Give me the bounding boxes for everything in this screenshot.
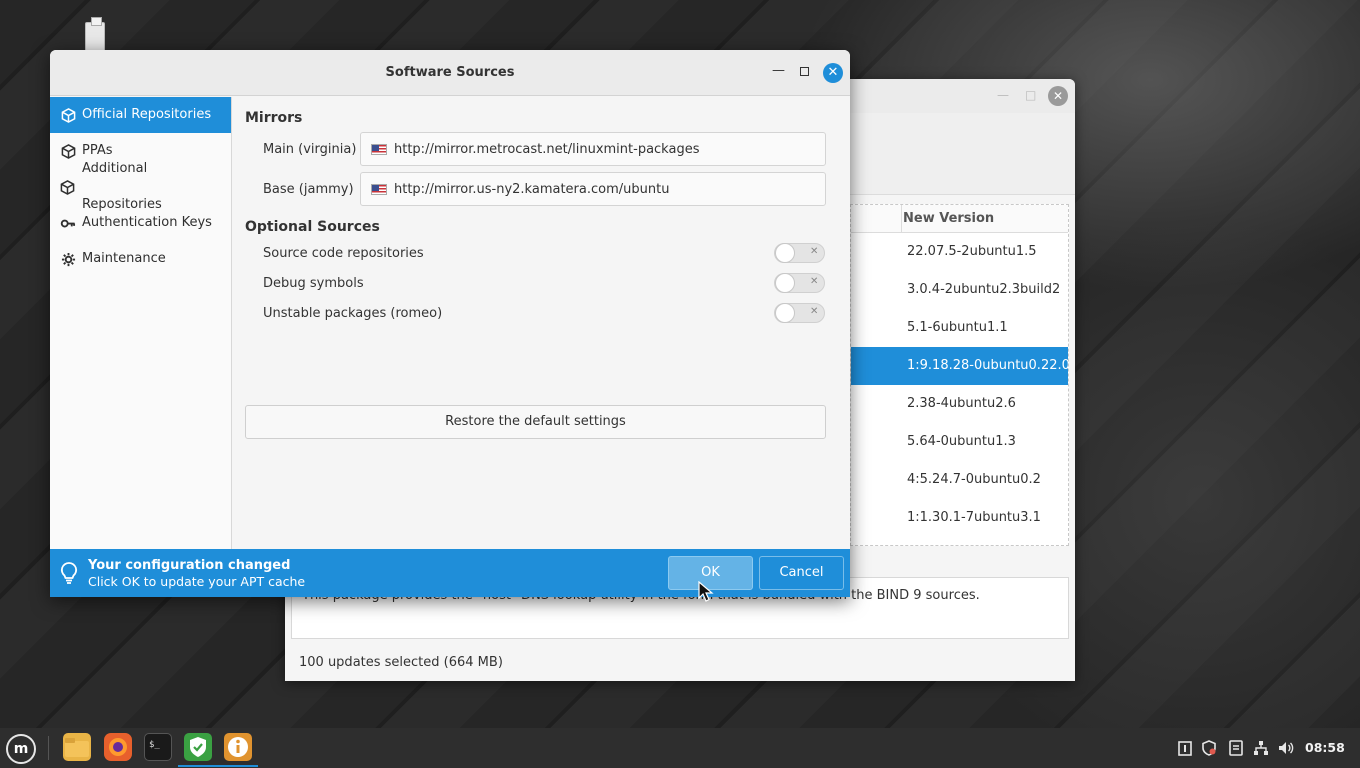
updates-list[interactable]: New Version 22.07.5-2ubuntu1.5 3.0.4-2ubu… — [850, 204, 1069, 546]
table-row[interactable]: 1:9.18.28-0ubuntu0.22.04.1 — [851, 347, 1068, 385]
config-changed-infobar: Your configuration changed Click OK to u… — [50, 549, 850, 597]
minimize-icon[interactable]: — — [772, 63, 785, 78]
base-mirror-field[interactable]: http://mirror.us-ny2.kamatera.com/ubuntu — [360, 172, 826, 206]
taskbar: m $_ 08:58 — [0, 728, 1360, 768]
optional-sources-heading: Optional Sources — [245, 219, 380, 235]
lightbulb-icon — [60, 561, 78, 589]
file-manager-icon[interactable] — [63, 733, 91, 761]
dialog-titlebar: Software Sources — ✕ — [50, 50, 850, 96]
official-repositories-panel: Mirrors Main (virginia) http://mirror.me… — [233, 97, 850, 549]
us-flag-icon — [371, 183, 387, 195]
mouse-pointer-icon — [698, 580, 714, 607]
sidebar-item-additional-repositories[interactable]: Additional Repositories — [50, 161, 231, 212]
source-code-toggle[interactable]: ✕ — [774, 243, 825, 263]
clock[interactable]: 08:58 — [1305, 740, 1345, 755]
package-icon — [60, 143, 76, 159]
package-icon — [60, 107, 76, 123]
table-row[interactable]: 1:1.30.1-7ubuntu3.1 — [851, 499, 1068, 537]
clipboard-icon[interactable] — [1177, 740, 1193, 756]
update-shield-icon[interactable] — [178, 733, 218, 767]
table-row[interactable]: 22.07.5-2ubuntu1.5 — [851, 233, 1068, 271]
infobar-subtitle: Click OK to update your APT cache — [88, 574, 306, 589]
unstable-packages-toggle[interactable]: ✕ — [774, 303, 825, 323]
main-mirror-label: Main (virginia) — [263, 142, 357, 157]
mirrors-heading: Mirrors — [245, 110, 303, 126]
usb-drive-icon[interactable] — [85, 17, 105, 52]
unstable-packages-label: Unstable packages (romeo) — [263, 306, 443, 321]
maximize-icon[interactable]: □ — [1025, 88, 1036, 102]
terminal-icon[interactable]: $_ — [144, 733, 172, 761]
update-manager-tray-icon[interactable] — [1201, 740, 1217, 756]
sidebar-item-official-repositories[interactable]: Official Repositories — [50, 97, 231, 133]
debug-symbols-toggle[interactable]: ✕ — [774, 273, 825, 293]
main-mirror-field[interactable]: http://mirror.metrocast.net/linuxmint-pa… — [360, 132, 826, 166]
source-code-label: Source code repositories — [263, 246, 424, 261]
svg-text:$_: $_ — [149, 740, 160, 750]
info-icon[interactable] — [218, 733, 258, 767]
mint-menu-icon[interactable]: m — [6, 734, 36, 764]
cancel-button[interactable]: Cancel — [759, 556, 844, 590]
sidebar-item-authentication-keys[interactable]: Authentication Keys — [50, 205, 231, 241]
us-flag-icon — [371, 143, 387, 155]
close-icon[interactable]: ✕ — [1048, 86, 1068, 106]
package-icon — [60, 179, 76, 195]
base-mirror-label: Base (jammy) — [263, 182, 354, 197]
gear-icon — [60, 251, 76, 267]
notes-icon[interactable] — [1228, 740, 1244, 756]
infobar-title: Your configuration changed — [88, 558, 291, 573]
firefox-icon[interactable] — [104, 733, 132, 761]
close-icon[interactable]: ✕ — [823, 63, 843, 83]
volume-icon[interactable] — [1278, 740, 1294, 756]
minimize-icon[interactable]: — — [997, 88, 1009, 102]
maximize-icon[interactable] — [800, 67, 809, 76]
sidebar-item-maintenance[interactable]: Maintenance — [50, 241, 231, 277]
network-icon[interactable] — [1253, 740, 1269, 756]
table-row[interactable]: 5.64-0ubuntu1.3 — [851, 423, 1068, 461]
table-row[interactable]: 4:5.24.7-0ubuntu0.2 — [851, 461, 1068, 499]
column-header-new-version[interactable]: New Version — [851, 205, 1068, 233]
sidebar: Official Repositories PPAs Additional Re… — [50, 97, 232, 549]
table-row[interactable]: 2.38-4ubuntu2.6 — [851, 385, 1068, 423]
software-sources-dialog: Software Sources — ✕ Official Repositori… — [50, 50, 850, 597]
restore-defaults-button[interactable]: Restore the default settings — [245, 405, 826, 439]
key-icon — [60, 215, 76, 231]
table-row[interactable]: 5.1-6ubuntu1.1 — [851, 309, 1068, 347]
status-text: 100 updates selected (664 MB) — [299, 655, 503, 670]
debug-symbols-label: Debug symbols — [263, 276, 364, 291]
table-row[interactable]: 3.0.4-2ubuntu2.3build2 — [851, 271, 1068, 309]
dialog-title: Software Sources — [385, 65, 515, 80]
